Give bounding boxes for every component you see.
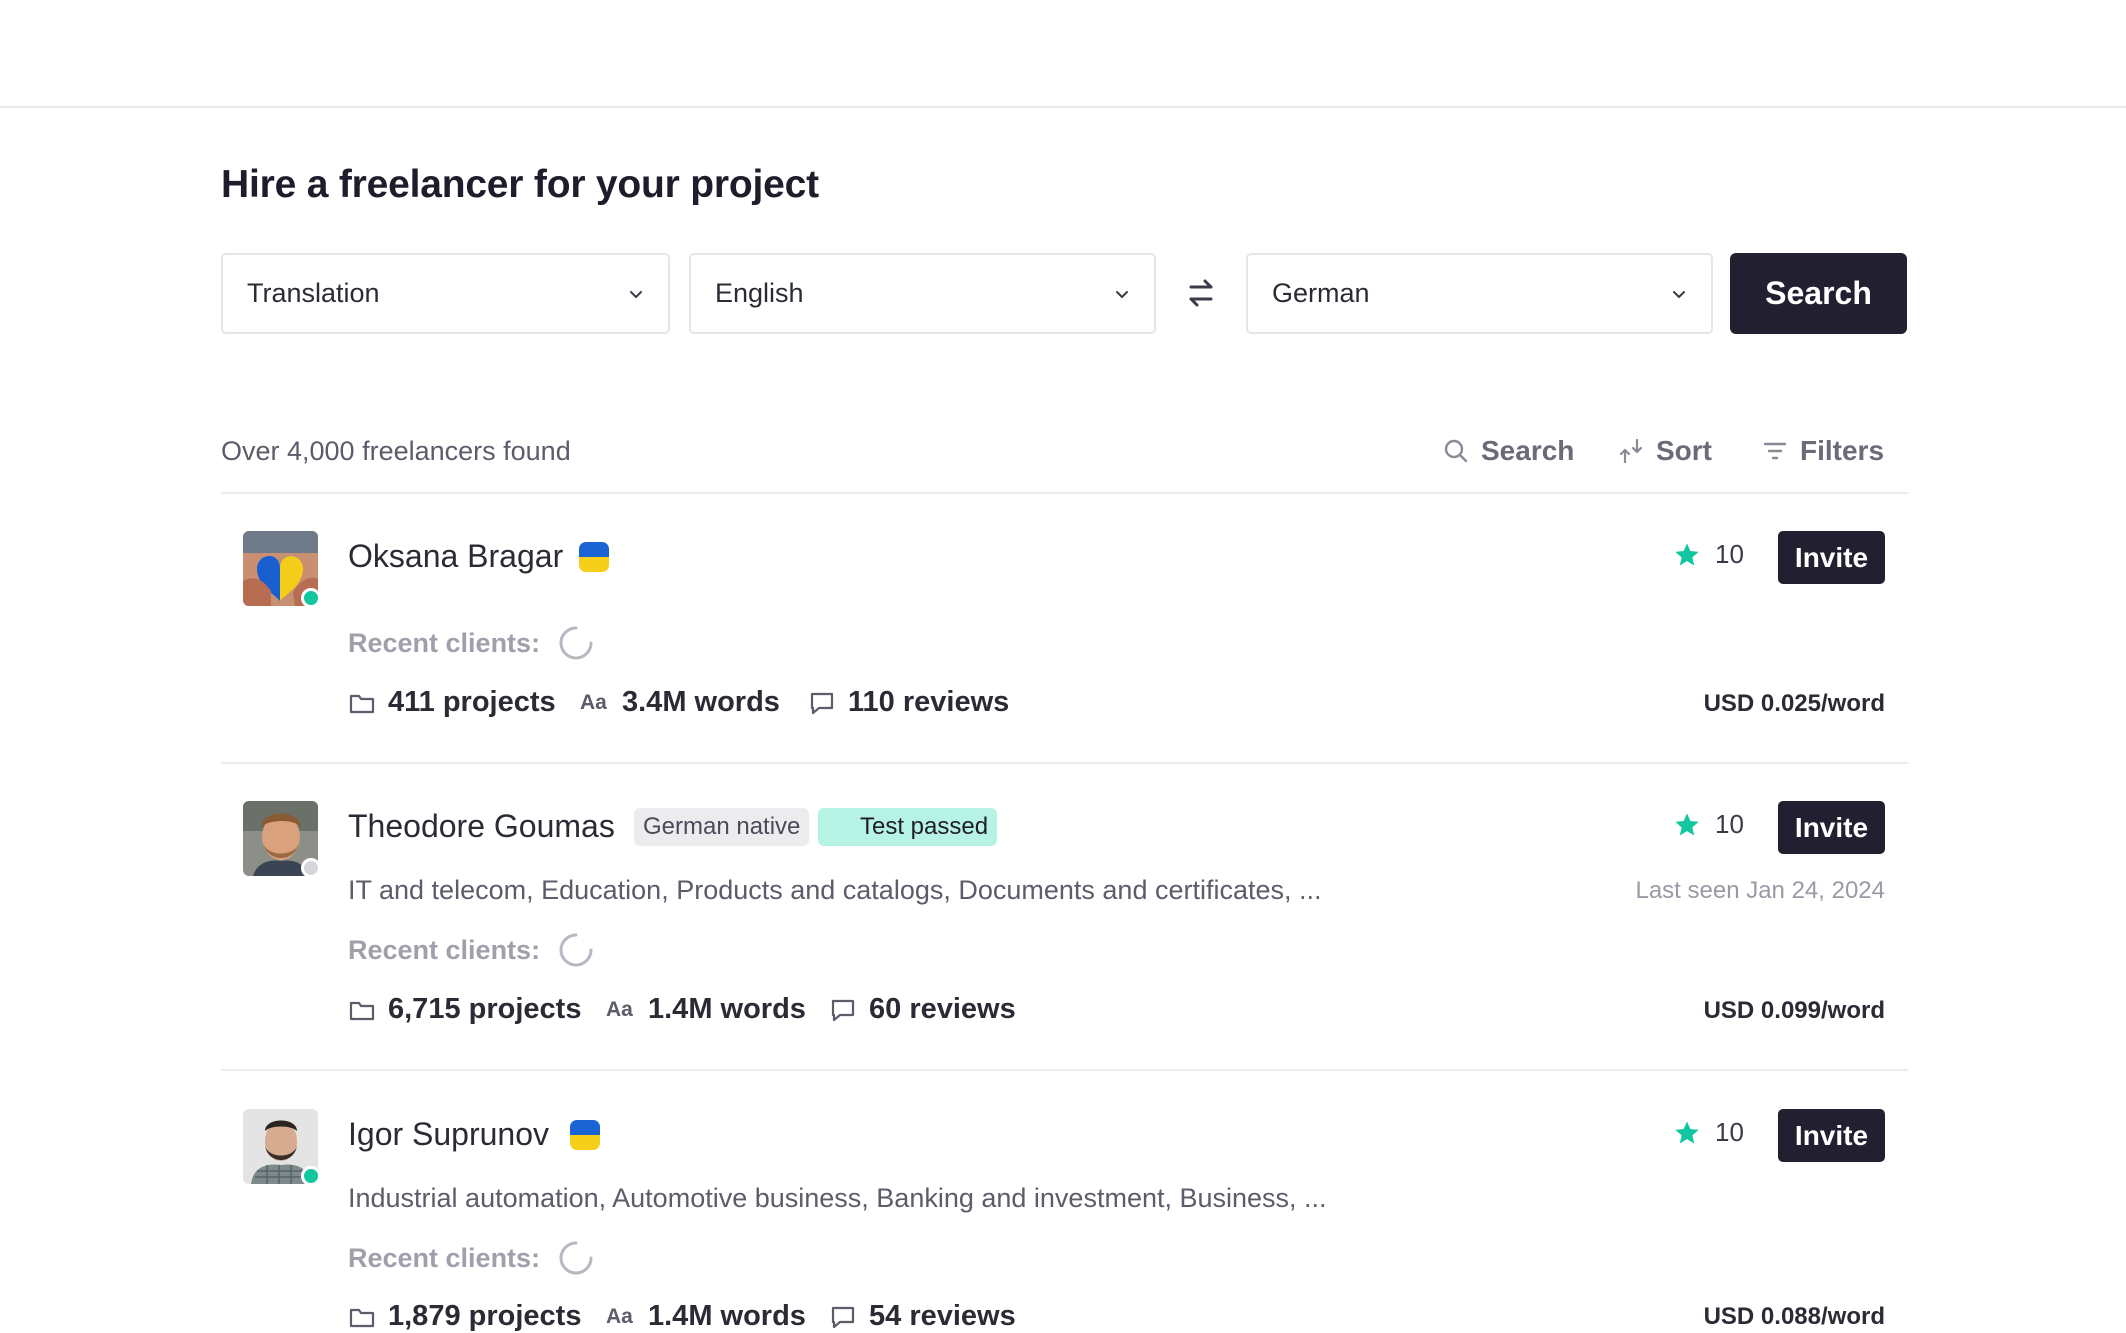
folder-icon bbox=[349, 694, 375, 713]
words-icon: Aa bbox=[606, 997, 633, 1021]
service-select[interactable]: Translation bbox=[221, 253, 670, 334]
reviews-count[interactable]: 54 reviews bbox=[829, 1300, 1016, 1333]
price-per-word: USD 0.099/word bbox=[1703, 997, 1885, 1024]
star-icon bbox=[1675, 1120, 1699, 1143]
chevron-down-icon bbox=[1116, 290, 1128, 298]
freelancer-name[interactable]: Theodore Goumas bbox=[348, 808, 615, 845]
results-search-label: Search bbox=[1481, 435, 1575, 466]
rating-value: 10 bbox=[1715, 539, 1744, 569]
results-search-button[interactable]: Search bbox=[1443, 430, 1574, 472]
loading-spinner-icon bbox=[559, 933, 593, 967]
star-icon bbox=[1675, 812, 1699, 835]
loading-spinner-icon bbox=[559, 626, 593, 660]
target-language-select[interactable]: German bbox=[1246, 253, 1713, 334]
words-count-value: 1.4M words bbox=[648, 993, 806, 1025]
search-icon bbox=[1444, 439, 1468, 463]
projects-count: 411 projects bbox=[348, 686, 556, 719]
swap-languages-icon[interactable] bbox=[1185, 275, 1217, 311]
projects-count: 1,879 projects bbox=[348, 1300, 581, 1333]
comment-icon bbox=[831, 999, 855, 1021]
filters-button[interactable]: Filters bbox=[1762, 430, 1884, 472]
projects-count: 6,715 projects bbox=[348, 993, 581, 1026]
words-count-value: 1.4M words bbox=[648, 1300, 806, 1332]
words-count: Aa 1.4M words bbox=[606, 1300, 806, 1333]
sort-icon bbox=[1619, 438, 1643, 464]
target-language-value: German bbox=[1272, 278, 1370, 308]
words-count-value: 3.4M words bbox=[622, 686, 780, 718]
specializations: Industrial automation, Automotive busine… bbox=[348, 1183, 1327, 1213]
words-count: Aa 1.4M words bbox=[606, 993, 806, 1026]
comment-icon bbox=[810, 692, 834, 714]
divider bbox=[221, 762, 1908, 764]
invite-button[interactable]: Invite bbox=[1778, 531, 1885, 584]
words-icon: Aa bbox=[606, 1304, 633, 1328]
price-per-word: USD 0.025/word bbox=[1703, 690, 1885, 717]
top-header-bar bbox=[0, 0, 2126, 108]
native-language-badge: German native bbox=[634, 808, 810, 846]
offline-status-indicator bbox=[301, 858, 321, 878]
last-seen: Last seen Jan 24, 2024 bbox=[1635, 877, 1885, 904]
loading-spinner-icon bbox=[559, 1241, 593, 1275]
online-status-indicator bbox=[301, 588, 321, 608]
price-per-word: USD 0.088/word bbox=[1703, 1303, 1885, 1330]
search-button[interactable]: Search bbox=[1730, 253, 1907, 334]
source-language-value: English bbox=[715, 278, 804, 308]
folder-icon bbox=[349, 1001, 375, 1020]
sort-label: Sort bbox=[1656, 435, 1712, 466]
projects-count-value: 1,879 projects bbox=[388, 1300, 582, 1332]
ukraine-flag-icon bbox=[579, 542, 609, 572]
ukraine-flag-icon bbox=[570, 1120, 600, 1150]
reviews-count-value: 60 reviews bbox=[869, 993, 1016, 1025]
rating: 10 bbox=[1673, 539, 1744, 570]
star-icon bbox=[1675, 542, 1699, 565]
invite-button[interactable]: Invite bbox=[1778, 1109, 1885, 1162]
rating-value: 10 bbox=[1715, 1117, 1744, 1147]
source-language-select[interactable]: English bbox=[689, 253, 1156, 334]
rating-value: 10 bbox=[1715, 809, 1744, 839]
reviews-count-value: 54 reviews bbox=[869, 1300, 1016, 1332]
rating: 10 bbox=[1673, 809, 1744, 840]
recent-clients-label: Recent clients: bbox=[348, 628, 541, 658]
words-count: Aa 3.4M words bbox=[580, 686, 780, 719]
recent-clients-label: Recent clients: bbox=[348, 1243, 541, 1273]
specializations: IT and telecom, Education, Products and … bbox=[348, 875, 1322, 905]
divider bbox=[221, 492, 1908, 494]
service-select-value: Translation bbox=[247, 278, 380, 308]
reviews-count-value: 110 reviews bbox=[848, 686, 1010, 718]
reviews-count[interactable]: 60 reviews bbox=[829, 993, 1016, 1026]
sort-button[interactable]: Sort bbox=[1618, 430, 1712, 472]
reviews-count[interactable]: 110 reviews bbox=[808, 686, 1009, 719]
folder-icon bbox=[349, 1308, 375, 1327]
words-icon: Aa bbox=[580, 690, 607, 714]
rating: 10 bbox=[1673, 1117, 1744, 1148]
comment-icon bbox=[831, 1306, 855, 1328]
results-count: Over 4,000 freelancers found bbox=[221, 436, 571, 466]
divider bbox=[221, 1069, 1908, 1071]
filters-label: Filters bbox=[1800, 435, 1885, 466]
page-title: Hire a freelancer for your project bbox=[221, 163, 819, 206]
online-status-indicator bbox=[301, 1166, 321, 1186]
recent-clients-label: Recent clients: bbox=[348, 935, 541, 965]
projects-count-value: 411 projects bbox=[388, 686, 556, 718]
projects-count-value: 6,715 projects bbox=[388, 993, 582, 1025]
chevron-down-icon bbox=[1673, 290, 1685, 298]
freelancer-name[interactable]: Oksana Bragar bbox=[348, 538, 563, 575]
test-passed-badge: Test passed bbox=[818, 808, 998, 846]
invite-button[interactable]: Invite bbox=[1778, 801, 1885, 854]
chevron-down-icon bbox=[630, 290, 642, 298]
filter-icon bbox=[1763, 442, 1787, 460]
freelancer-name[interactable]: Igor Suprunov bbox=[348, 1116, 549, 1153]
